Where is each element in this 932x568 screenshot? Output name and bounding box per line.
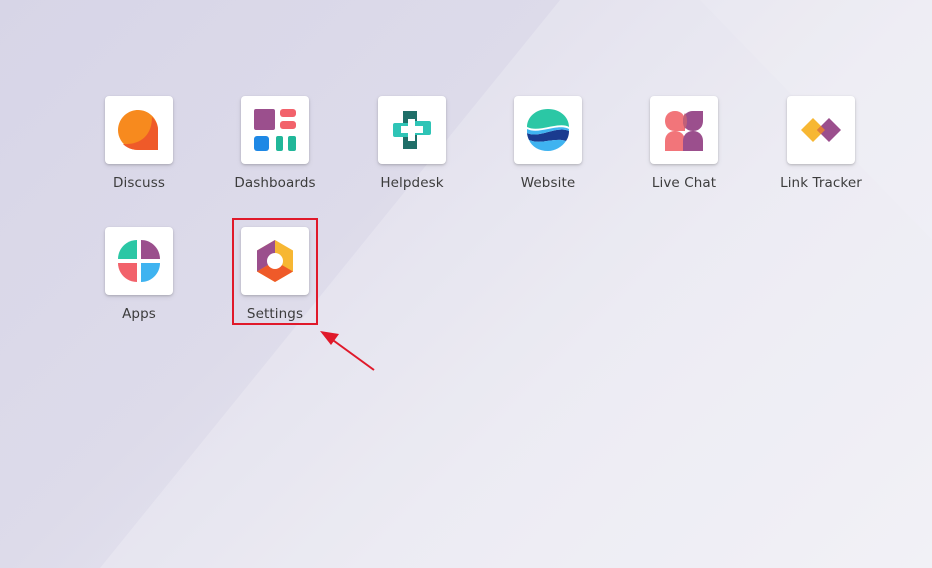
app-icon-tile[interactable] (378, 96, 446, 164)
app-label: Link Tracker (780, 175, 862, 191)
discuss-icon (118, 110, 158, 150)
app-label: Helpdesk (380, 175, 444, 191)
app-label: Dashboards (234, 175, 316, 191)
app-live-chat[interactable]: Live Chat (624, 96, 744, 206)
app-helpdesk[interactable]: Helpdesk (352, 96, 472, 206)
app-website[interactable]: Website (488, 96, 608, 206)
app-icon-tile[interactable] (650, 96, 718, 164)
app-icon-tile[interactable] (105, 227, 173, 295)
website-icon (527, 109, 569, 151)
helpdesk-icon (393, 111, 431, 149)
link-tracker-icon (801, 118, 841, 142)
dashboards-icon (254, 109, 296, 151)
live-chat-icon (665, 111, 703, 151)
apps-icon (118, 240, 160, 282)
app-dashboards[interactable]: Dashboards (215, 96, 335, 206)
app-label: Apps (122, 306, 156, 322)
app-label: Live Chat (651, 175, 717, 191)
app-icon-tile[interactable] (241, 227, 309, 295)
app-label: Discuss (113, 175, 165, 191)
app-settings[interactable]: Settings (215, 227, 335, 337)
app-icon-tile[interactable] (241, 96, 309, 164)
app-label: Settings (246, 306, 304, 322)
settings-icon (257, 240, 293, 282)
app-label: Website (520, 175, 576, 191)
app-link-tracker[interactable]: Link Tracker (761, 96, 881, 206)
app-grid: Discuss Dashboards Helpdesk Website Live… (0, 0, 932, 568)
app-apps[interactable]: Apps (79, 227, 199, 337)
app-icon-tile[interactable] (787, 96, 855, 164)
app-discuss[interactable]: Discuss (79, 96, 199, 206)
app-icon-tile[interactable] (105, 96, 173, 164)
app-icon-tile[interactable] (514, 96, 582, 164)
